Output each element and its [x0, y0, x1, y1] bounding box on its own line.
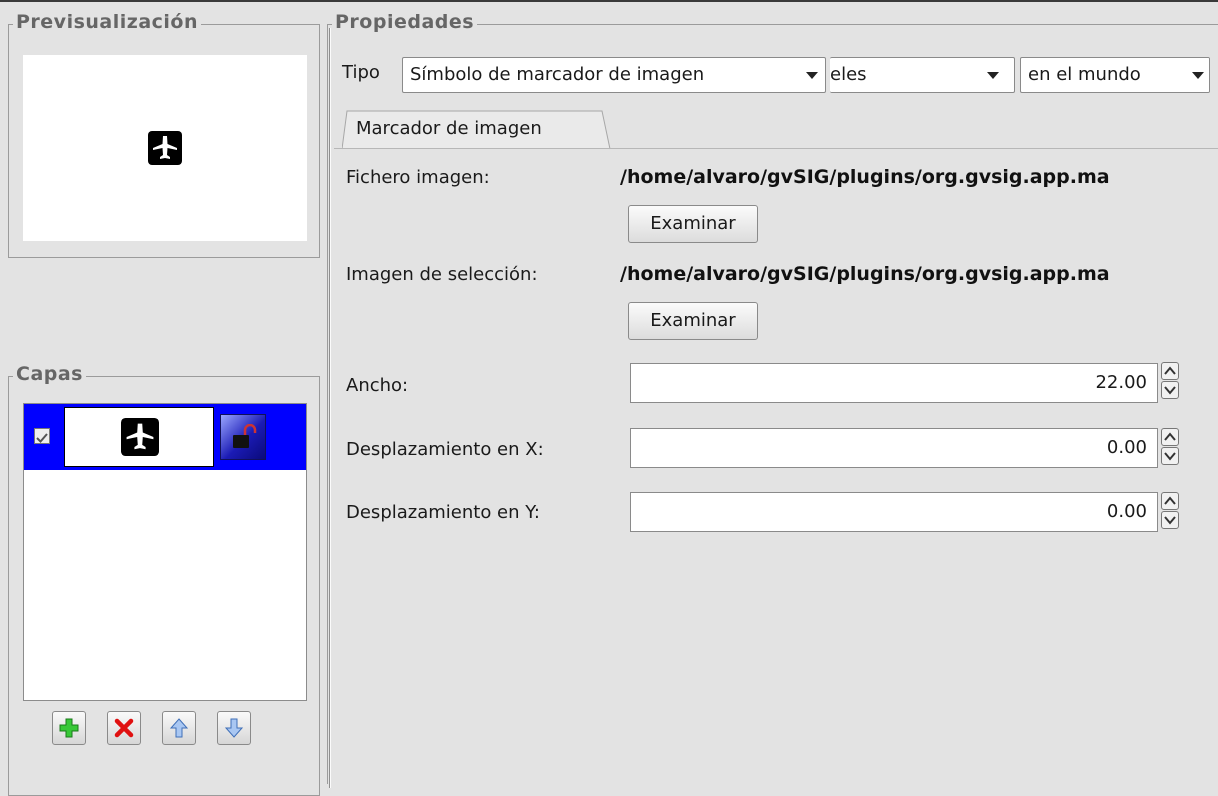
unlock-icon — [233, 424, 257, 448]
symbol-type-select[interactable]: Símbolo de marcador de imagen — [402, 57, 826, 93]
offset-x-value: 0.00 — [1106, 437, 1147, 458]
layers-list[interactable] — [23, 403, 307, 701]
image-file-path: /home/alvaro/gvSIG/plugins/org.gvsig.app… — [620, 166, 1110, 188]
selection-image-path: /home/alvaro/gvSIG/plugins/org.gvsig.app… — [620, 263, 1110, 285]
offset-x-field[interactable]: 0.00 — [630, 428, 1158, 468]
units-value: eles — [830, 64, 867, 85]
window-top-border — [0, 0, 1218, 2]
layer-thumbnail — [64, 407, 214, 467]
properties-title: Propiedades — [332, 11, 478, 33]
move-down-button[interactable] — [217, 711, 251, 745]
image-file-label: Fichero imagen: — [346, 167, 490, 188]
offset-y-value: 0.00 — [1106, 501, 1147, 522]
browse-image-button[interactable]: Examinar — [628, 205, 758, 243]
layer-lock-toggle[interactable] — [220, 414, 266, 460]
add-layer-button[interactable] — [52, 711, 86, 745]
tab-label: Marcador de imagen — [356, 118, 542, 139]
chevron-down-icon[interactable] — [801, 58, 823, 92]
width-label: Ancho: — [346, 375, 409, 396]
add-icon — [59, 718, 79, 738]
chevron-down-icon[interactable] — [982, 58, 1004, 92]
tipo-label: Tipo — [342, 62, 380, 83]
layer-row[interactable] — [24, 404, 306, 470]
layers-title: Capas — [13, 363, 86, 385]
width-value: 22.00 — [1095, 372, 1147, 393]
browse-selection-image-button[interactable]: Examinar — [628, 302, 758, 340]
reference-system-value: en el mundo — [1028, 64, 1141, 85]
chevron-down-icon[interactable] — [1187, 58, 1209, 92]
stepper-up-icon[interactable] — [1161, 362, 1179, 380]
preview-canvas — [23, 55, 307, 241]
offset-y-stepper[interactable] — [1161, 492, 1181, 530]
width-field[interactable]: 22.00 — [630, 363, 1158, 403]
offset-y-field[interactable]: 0.00 — [630, 492, 1158, 532]
delete-icon — [114, 718, 134, 738]
offset-y-label: Desplazamiento en Y: — [346, 502, 540, 523]
preview-title: Previsualización — [13, 11, 201, 33]
stepper-down-icon[interactable] — [1161, 447, 1179, 465]
stepper-up-icon[interactable] — [1161, 492, 1179, 510]
reference-system-select[interactable]: en el mundo — [1020, 57, 1210, 93]
check-icon — [36, 433, 48, 443]
preview-group: Previsualización — [8, 11, 320, 258]
stepper-down-icon[interactable] — [1161, 381, 1179, 399]
remove-layer-button[interactable] — [107, 711, 141, 745]
move-up-button[interactable] — [162, 711, 196, 745]
arrow-up-icon — [169, 718, 189, 738]
airplane-icon — [148, 131, 182, 165]
selection-image-label: Imagen de selección: — [346, 264, 538, 285]
symbol-type-value: Símbolo de marcador de imagen — [410, 64, 705, 85]
stepper-down-icon[interactable] — [1161, 511, 1179, 529]
offset-x-label: Desplazamiento en X: — [346, 439, 544, 460]
width-stepper[interactable] — [1161, 362, 1181, 400]
offset-x-stepper[interactable] — [1161, 428, 1181, 466]
airplane-icon — [121, 418, 159, 456]
layers-group: Capas — [8, 363, 320, 796]
units-select[interactable]: eles — [830, 57, 1015, 93]
layer-visible-checkbox[interactable] — [34, 428, 50, 444]
arrow-down-icon — [224, 718, 244, 738]
stepper-up-icon[interactable] — [1161, 428, 1179, 446]
